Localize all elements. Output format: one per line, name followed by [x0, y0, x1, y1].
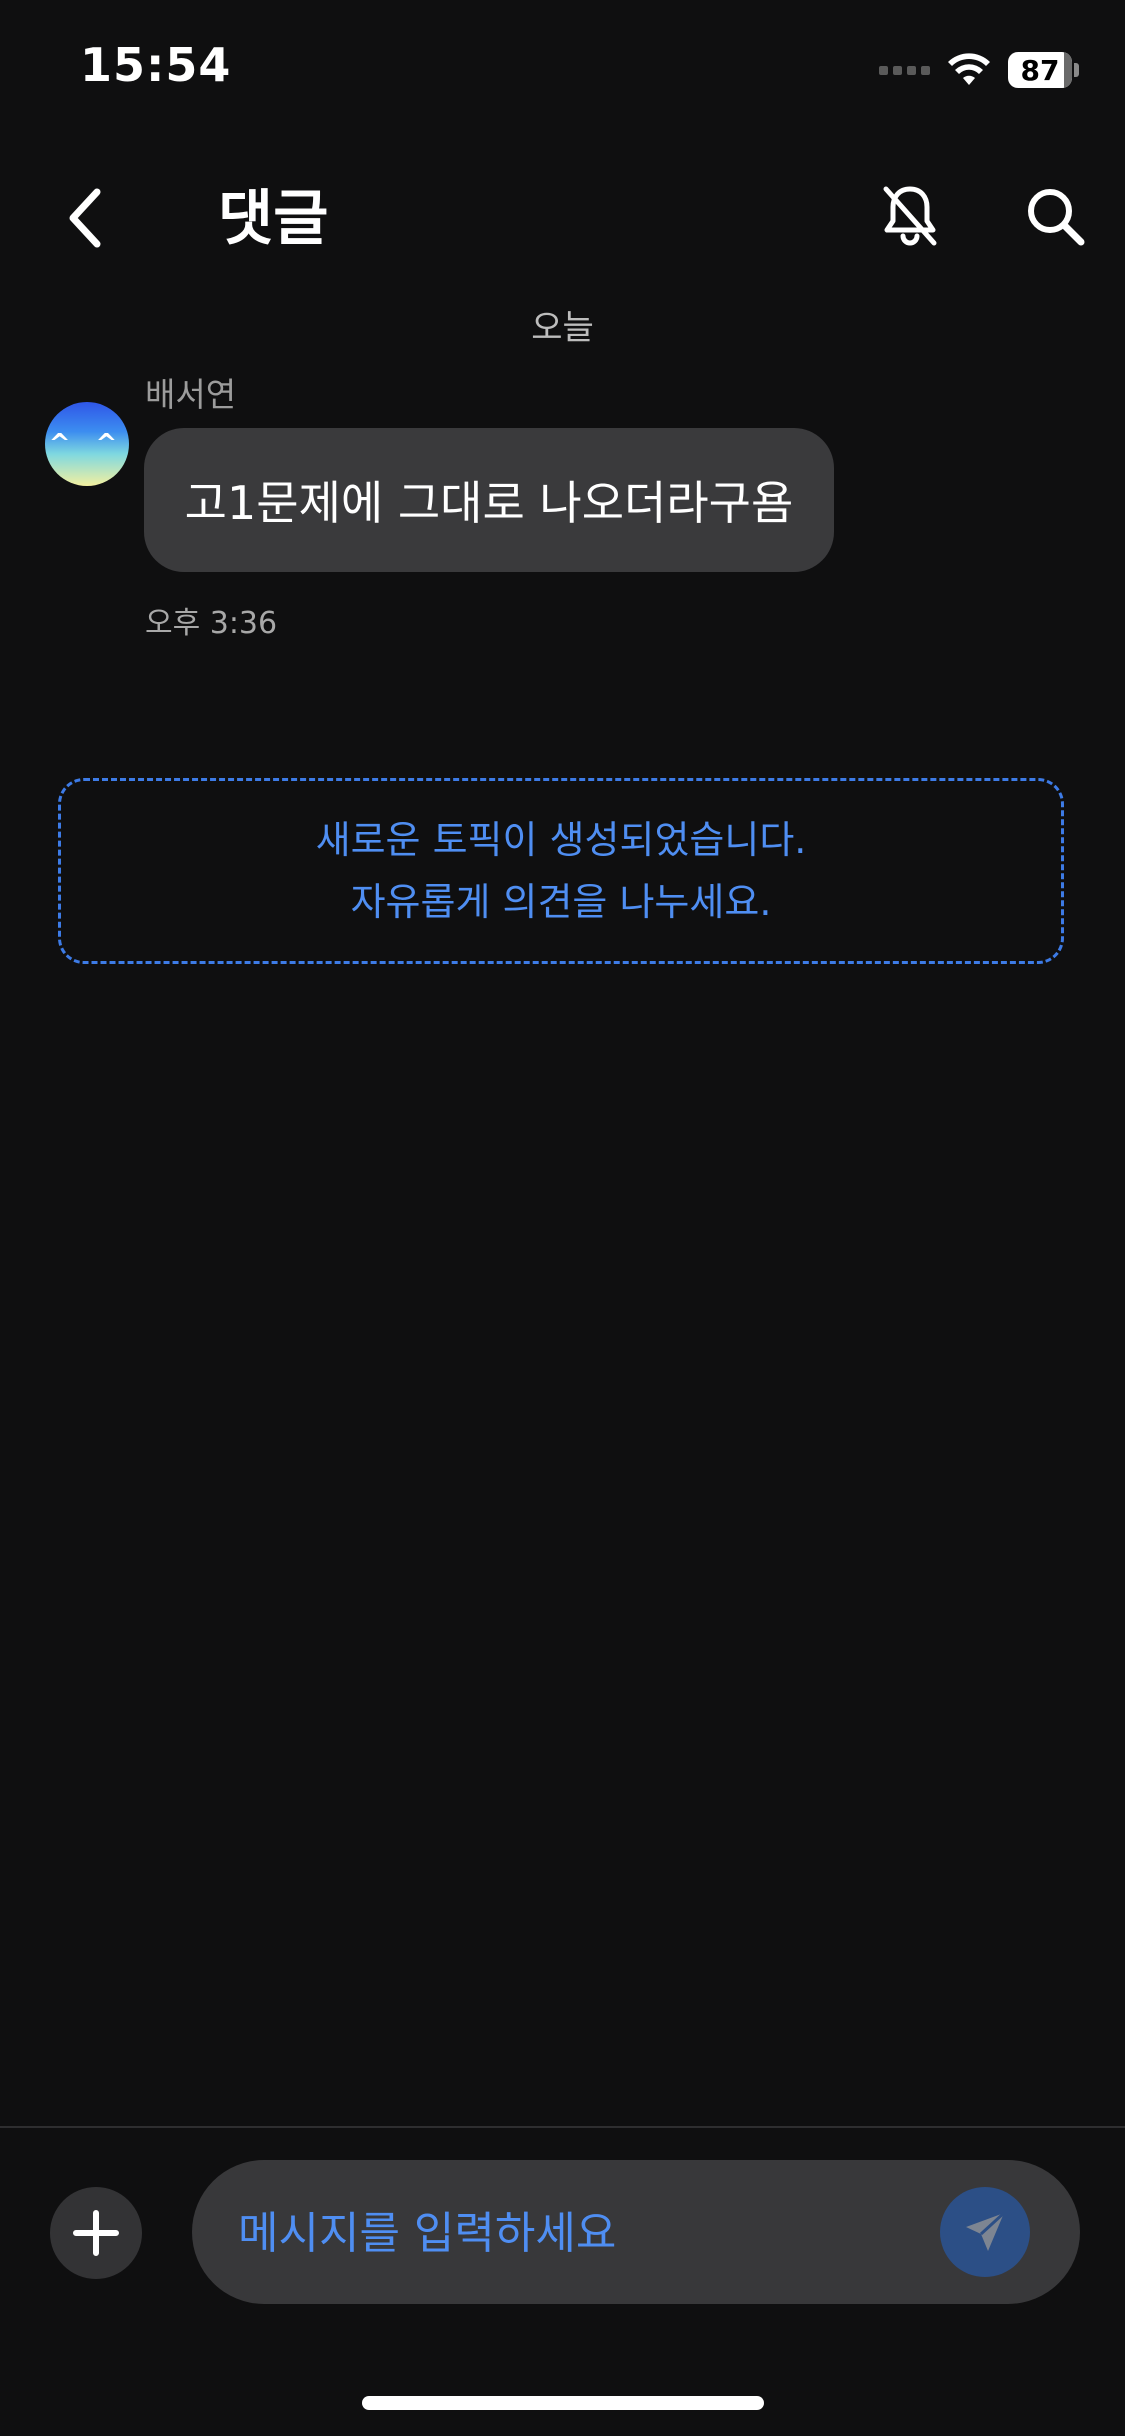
avatar[interactable]: ^ ^: [45, 402, 129, 486]
search-button[interactable]: [1010, 176, 1100, 256]
message-input[interactable]: [236, 2160, 920, 2306]
chevron-left-icon: [69, 188, 101, 248]
plus-icon: [73, 2210, 119, 2256]
add-attachment-button[interactable]: [50, 2187, 142, 2279]
search-icon: [1028, 189, 1085, 246]
cellular-signal-icon: [879, 65, 930, 75]
send-icon: [966, 2211, 1006, 2251]
status-indicators: 87: [879, 46, 1079, 94]
battery-indicator: 87: [1008, 52, 1079, 88]
topic-notice-line-1: 새로운 토픽이 생성되었습니다.: [315, 818, 807, 862]
back-button[interactable]: [50, 168, 120, 268]
sender-name: 배서연: [145, 375, 237, 414]
message-composer: [192, 2160, 1080, 2306]
bell-slash-icon: [883, 186, 937, 246]
mute-notifications-button[interactable]: [870, 176, 950, 256]
message-bubble[interactable]: 고1문제에 그대로 나오더라구욤: [144, 428, 834, 572]
battery-level: 87: [1020, 53, 1060, 87]
home-indicator[interactable]: [362, 2396, 764, 2410]
comments-screen: 15:54 87 댓글 오늘 배서연 ^ ^ 고1문제에 그대로 나오더라구욤 …: [0, 0, 1125, 2436]
page-title: 댓글: [218, 184, 329, 254]
composer-divider: [0, 2126, 1125, 2128]
message-timestamp: 오후 3:36: [145, 606, 278, 641]
wifi-icon: [948, 53, 990, 85]
send-button[interactable]: [940, 2187, 1030, 2277]
date-separator: 오늘: [531, 308, 594, 348]
topic-notice-line-2: 자유롭게 의견을 나누세요.: [350, 880, 772, 924]
status-time: 15:54: [80, 38, 232, 92]
message-text: 고1문제에 그대로 나오더라구욤: [184, 476, 794, 530]
avatar-face: ^ ^: [48, 429, 126, 459]
topic-created-notice: 새로운 토픽이 생성되었습니다. 자유롭게 의견을 나누세요.: [58, 778, 1064, 964]
